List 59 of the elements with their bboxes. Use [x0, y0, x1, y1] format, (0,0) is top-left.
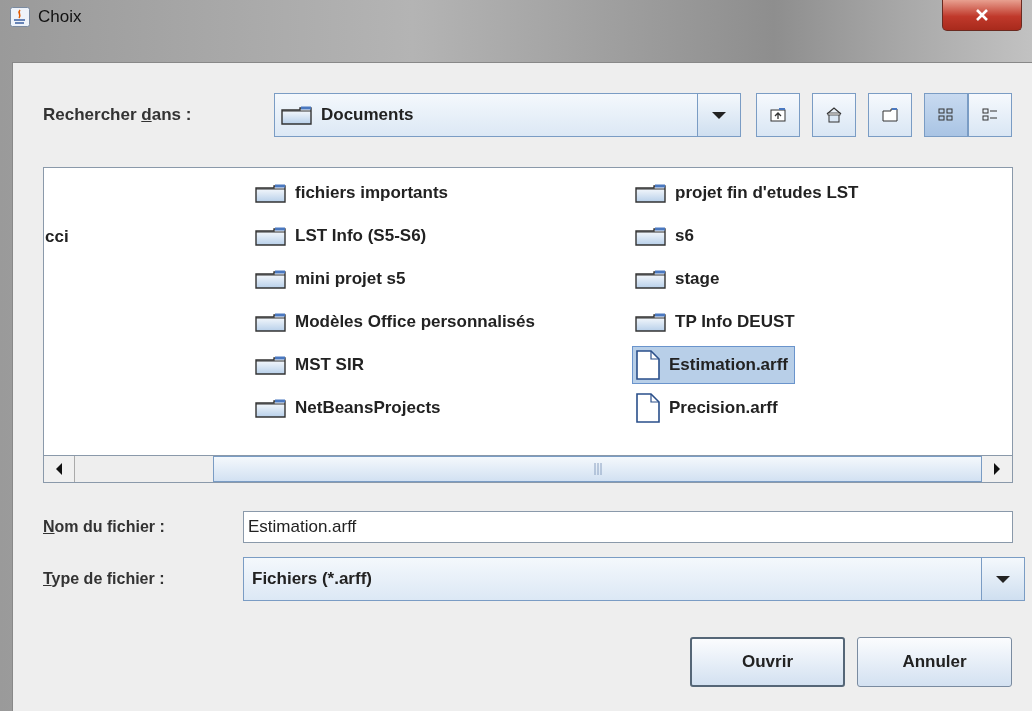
file-name-field[interactable]: Estimation.arff [243, 511, 1013, 543]
window-title: Choix [38, 7, 82, 27]
folder-icon [255, 182, 287, 204]
details-view-button[interactable] [968, 93, 1012, 137]
file-list-item[interactable]: mini projet s5 [252, 260, 413, 298]
dropdown-value: Documents [321, 105, 414, 125]
folder-icon [281, 104, 313, 126]
dropdown-value: Fichiers (*.arff) [251, 569, 373, 589]
folder-icon [255, 225, 287, 247]
dialog-button[interactable]: Ouvrir [690, 637, 845, 687]
dialog-button[interactable]: Annuler [857, 637, 1012, 687]
folder-icon [635, 268, 667, 290]
field-label: Rechercher dans : [43, 105, 193, 125]
caret-icon [711, 110, 727, 120]
folder-icon [635, 225, 667, 247]
list-view-button[interactable] [924, 93, 968, 137]
file-list-item[interactable]: stage [632, 260, 727, 298]
horizontal-scrollbar[interactable] [44, 455, 1012, 482]
folder-icon [255, 311, 287, 333]
folder-up-button[interactable] [756, 93, 800, 137]
file-icon [635, 349, 661, 381]
file-list-item[interactable]: cci [44, 218, 76, 256]
file-icon [635, 392, 661, 424]
field-label: Type de fichier : [43, 570, 166, 588]
file-list-item[interactable]: NetBeansProjects [252, 389, 448, 427]
file-list-item[interactable]: LST Info (S5-S6) [252, 217, 434, 255]
folder-icon [255, 397, 287, 419]
file-list-item[interactable]: Modèles Office personnalisés [252, 303, 542, 341]
folder-icon [255, 354, 287, 376]
folder-button[interactable] [868, 93, 912, 137]
file-list-item[interactable]: TP Info DEUST [632, 303, 802, 341]
list-view-icon [937, 106, 955, 124]
dropdown-button[interactable] [981, 558, 1024, 600]
details-view-icon [981, 106, 999, 124]
file-list-item[interactable]: s6 [632, 217, 701, 255]
home-button[interactable] [812, 93, 856, 137]
folder-icon [881, 106, 899, 124]
grip-icon [593, 463, 602, 475]
right-arrow-icon [993, 463, 1001, 475]
close-icon [975, 9, 989, 21]
field-label: Nom du fichier : [43, 518, 166, 536]
file-list-item[interactable]: Precision.arff [632, 389, 785, 427]
file-type-dropdown[interactable]: Fichiers (*.arff) [243, 557, 1025, 601]
dropdown-button[interactable] [697, 94, 740, 136]
file-list-item[interactable]: Estimation.arff [632, 346, 796, 384]
folder-up-icon [769, 106, 787, 124]
home-icon [825, 106, 843, 124]
folder-icon [255, 268, 287, 290]
file-list-item[interactable]: projet fin d'etudes LST [632, 174, 866, 212]
folder-icon [635, 182, 667, 204]
left-arrow-icon [55, 463, 63, 475]
scrollbar-thumb[interactable] [213, 456, 981, 482]
file-list-item[interactable]: fichiers importants [252, 174, 456, 212]
folder-dropdown[interactable]: Documents [274, 93, 741, 137]
close-button[interactable] [942, 0, 1022, 31]
app-icon [10, 7, 30, 27]
caret-icon [995, 574, 1011, 584]
file-list-item[interactable]: MST SIR [252, 346, 371, 384]
folder-icon [635, 311, 667, 333]
